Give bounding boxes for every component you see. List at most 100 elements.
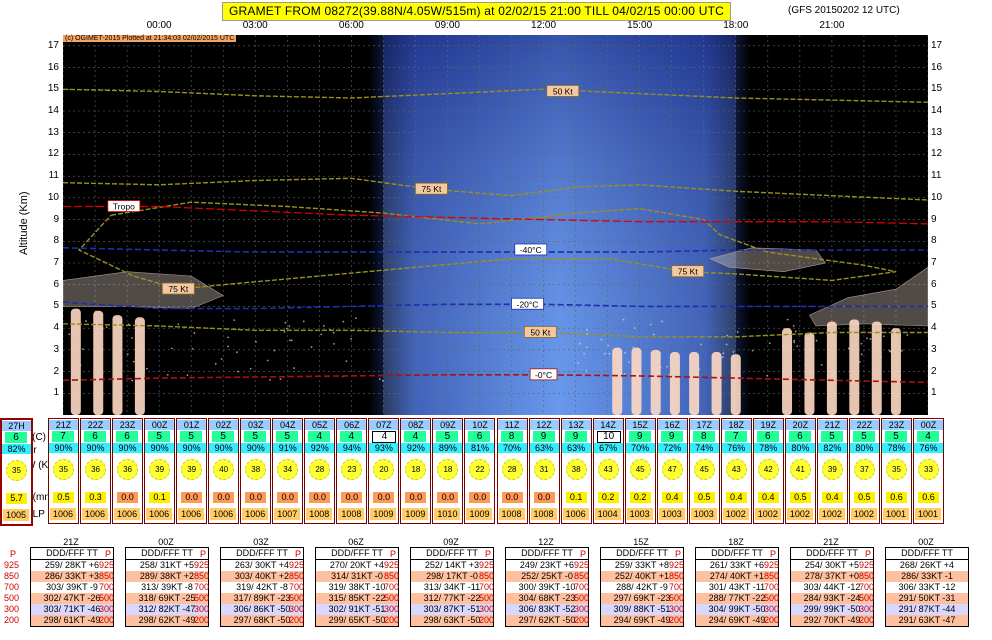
- temperature-value: 8: [693, 431, 715, 442]
- cloud-speckle: [880, 356, 882, 358]
- point-time-label: 16Z: [658, 420, 687, 430]
- time-tick-label: 00:00: [147, 20, 172, 31]
- cloud-speckle: [659, 353, 661, 355]
- chart-title: GRAMET FROM 08272(39.88N/4.05W/515m) at …: [222, 2, 731, 21]
- cloud-speckle: [872, 333, 874, 335]
- upper-wind-time: 15Z: [600, 537, 682, 547]
- pressure-level-label: 200: [479, 615, 494, 625]
- surface-point-column: 13Z 9 63% 38 0.1 1006: [561, 418, 592, 524]
- wind-speed-label: 50 Kt: [547, 85, 579, 96]
- altitude-tick-label: 16: [47, 62, 59, 73]
- cloud-speckle: [342, 321, 344, 323]
- cloud-speckle: [752, 350, 754, 352]
- pressure-level-label: 500: [479, 593, 494, 603]
- altitude-tick-label: 5: [931, 300, 943, 311]
- pressure-header: P: [10, 549, 16, 559]
- humidity-value: 90%: [145, 443, 174, 453]
- surface-point-column: 11Z 8 70% 28 0.0 1008: [497, 418, 528, 524]
- upper-wind-time: 00Z: [125, 537, 207, 547]
- pressure-level-label: 500: [289, 593, 304, 603]
- precip-value: 0.6: [918, 492, 939, 503]
- svg-text:Tropo: Tropo: [113, 202, 135, 212]
- surface-point-column: 22Z 5 80% 37 0.5 1002: [849, 418, 880, 524]
- cloud-speckle: [650, 324, 652, 326]
- pressure-level-label: 200: [859, 615, 874, 625]
- temperature-value: 5: [885, 431, 907, 442]
- slp-value: 1002: [755, 508, 781, 520]
- upper-wind-header: DDD/FFF TT: [125, 547, 209, 560]
- temperature-value: 5: [148, 431, 170, 442]
- slp-value: 1004: [595, 508, 621, 520]
- svg-text:75 Kt: 75 Kt: [678, 267, 698, 277]
- temperature-value: 5: [821, 431, 843, 442]
- gramet-plot: -40°C-20°C-0°CTropo50 Kt75 Kt75 Kt75 Kt5…: [63, 35, 928, 415]
- upper-wind-header: DDD/FFF TT: [315, 547, 399, 560]
- pressure-level-label: 850: [289, 571, 304, 581]
- precip-value: 5.7: [6, 493, 27, 504]
- altitude-tick-label: 11: [47, 170, 59, 181]
- humidity-value: 72%: [658, 443, 687, 453]
- altitude-tick-label: 4: [47, 322, 59, 333]
- precip-value: 0.0: [405, 492, 426, 503]
- cloud-speckle: [722, 356, 724, 358]
- cloud-speckle: [586, 347, 588, 349]
- pressure-level-label: 850: [859, 571, 874, 581]
- point-time-label: 03Z: [241, 420, 270, 430]
- altitude-tick-label: 15: [931, 83, 943, 94]
- altitude-tick-label: 1: [47, 387, 59, 398]
- cloud-speckle: [860, 343, 862, 345]
- pressure-level-label: 200: [194, 615, 209, 625]
- altitude-tick-label: 3: [931, 344, 943, 355]
- cloud-speckle: [883, 335, 885, 337]
- humidity-value: 91%: [273, 443, 302, 453]
- cloud-speckle: [832, 374, 834, 376]
- cloud-speckle: [311, 346, 313, 348]
- temperature-value: 4: [917, 431, 939, 442]
- wind-speed-value: 43: [726, 459, 747, 480]
- upper-wind-cell: 291/ 63KT -47: [885, 615, 969, 627]
- pressure-level-label: 300: [194, 604, 209, 614]
- wind-speed-value: 33: [918, 459, 939, 480]
- wind-speed-value: 38: [245, 459, 266, 480]
- cloud-speckle: [723, 352, 725, 354]
- cloud-speckle: [583, 353, 585, 355]
- humidity-value: 89%: [433, 443, 462, 453]
- pressure-level-label: 300: [384, 604, 399, 614]
- pressure-level-label: 200: [384, 615, 399, 625]
- cloud-speckle: [660, 367, 662, 369]
- cloud-speckle: [192, 348, 194, 350]
- pressure-level-label: 925: [194, 560, 209, 570]
- wind-speed-value: 36: [85, 459, 106, 480]
- slp-value: 1006: [82, 508, 108, 520]
- cloud-speckle: [355, 317, 357, 319]
- cloud-speckle: [215, 363, 217, 365]
- pressure-level-label: 925: [384, 560, 399, 570]
- precip-value: 0.6: [886, 492, 907, 503]
- cloud-speckle: [131, 380, 133, 382]
- slp-value: 1003: [691, 508, 717, 520]
- altitude-tick-label: 1: [931, 387, 943, 398]
- cloud-speckle: [848, 347, 850, 349]
- cloud-speckle: [286, 328, 288, 330]
- pressure-level-label: 300: [289, 604, 304, 614]
- pressure-level-label: 300: [99, 604, 114, 614]
- cloud-speckle: [333, 332, 335, 334]
- cloud-speckle: [379, 378, 381, 380]
- y-axis-title: Altitude (Km): [18, 191, 30, 255]
- pressure-header: P: [865, 549, 871, 559]
- surface-point-column: 01Z 5 90% 39 0.0 1006: [176, 418, 207, 524]
- cloud-speckle: [221, 358, 223, 360]
- cloud-speckle: [733, 351, 735, 353]
- surface-point-column: 19Z 6 78% 42 0.4 1002: [753, 418, 784, 524]
- pressure-level-label: 850: [574, 571, 589, 581]
- humidity-value: 92%: [305, 443, 334, 453]
- cloud-speckle: [787, 319, 789, 321]
- precip-column: [782, 328, 792, 415]
- pressure-level-label: 850: [764, 571, 779, 581]
- cloud-speckle: [698, 369, 700, 371]
- precip-value: 0.0: [117, 492, 138, 503]
- precip-column: [112, 315, 122, 415]
- pressure-level-label: 700: [574, 582, 589, 592]
- altitude-tick-label: 6: [47, 279, 59, 290]
- cloud-speckle: [600, 339, 602, 341]
